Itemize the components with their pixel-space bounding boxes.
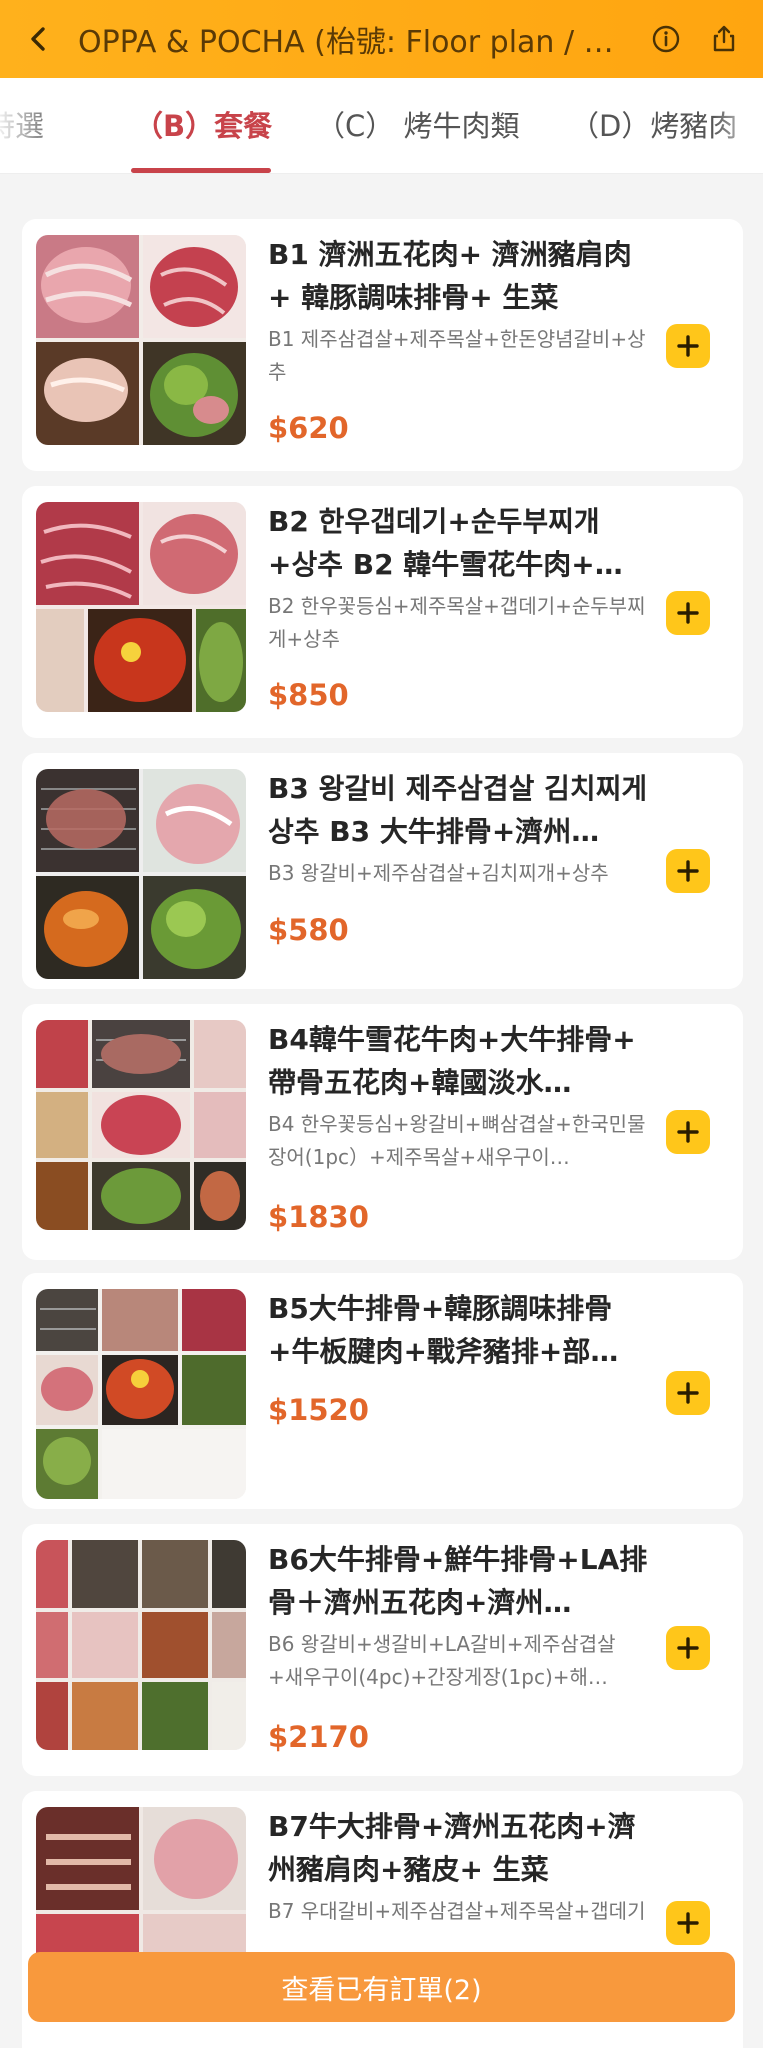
item-description: B2 한우꽃등심+제주목살+갭데기+순두부찌게+상추 [268,594,646,651]
menu-item-card[interactable]: B4韓牛雪花牛肉+大牛排骨+ 帶骨五花肉+韓國淡水… B4 한우꽃등심+왕갈비+… [22,1004,743,1260]
item-price: $2170 [268,1720,369,1754]
tabs-fade-left [0,78,60,173]
plus-icon [677,602,699,624]
active-tab-indicator [131,168,271,173]
back-button[interactable] [0,0,78,78]
menu-item-card[interactable]: B5大牛排骨+韓豚調味排骨+牛板腱肉+戰斧豬排+部… $1520 [22,1273,743,1509]
item-description: B4 한우꽃등심+왕갈비+뼈삼겹살+한국민물장어(1pc）+제주목살+새우구이… [268,1112,646,1169]
menu-item-card[interactable]: B6大牛排骨+鮮牛排骨+LA排骨＋濟州五花肉+濟州… B6 왕갈비+생갈비+LA… [22,1524,743,1776]
menu-item-card[interactable]: B3 왕갈비 제주삼겹살 김치찌게 상추 B3 大牛排骨+濟州… B3 왕갈비+… [22,753,743,989]
menu-item-card[interactable]: B1 濟洲五花肉+ 濟洲豬肩肉+ 韓豚調味排骨+ 生菜 B1 제주삼겹살+제주목… [22,219,743,471]
item-description: B1 제주삼겹살+제주목살+한돈양념갈비+상추 [268,327,646,384]
item-photo [36,1020,246,1230]
add-item-button[interactable] [666,1110,710,1154]
item-title: B3 왕갈비 제주삼겹살 김치찌게 상추 B3 大牛排骨+濟州… [268,772,648,848]
share-icon [713,25,735,52]
info-button[interactable] [637,0,695,78]
item-title: B4韓牛雪花牛肉+大牛排骨+ 帶骨五花肉+韓國淡水… [268,1023,636,1099]
info-icon [652,25,680,53]
top-bar: OPPA & POCHA (枱號: Floor plan / … [0,0,763,78]
add-item-button[interactable] [666,591,710,635]
plus-icon [677,860,699,882]
item-description: B3 왕갈비+제주삼겹살+김치찌개+상추 [268,861,609,885]
item-photo [36,769,246,979]
menu-item-card[interactable]: B2 한우갭데기+순두부찌개+상추 B2 韓牛雪花牛肉+濟州… B2 한우꽃등심… [22,486,743,738]
plus-icon [677,1382,699,1404]
item-photo [36,502,246,712]
chevron-left-icon [31,27,45,51]
category-tabs: 特選 （B）套餐 （C） 烤牛肉類 （D）烤豬肉 [0,78,763,174]
tabs-fade-right [713,78,763,173]
item-title: B6大牛排骨+鮮牛排骨+LA排骨＋濟州五花肉+濟州… [268,1543,648,1619]
add-item-button[interactable] [666,1901,710,1945]
add-item-button[interactable] [666,324,710,368]
tab-grilled-beef[interactable]: （C） 烤牛肉類 [316,78,519,173]
item-title: B1 濟洲五花肉+ 濟洲豬肩肉+ 韓豚調味排骨+ 生菜 [268,238,632,314]
item-price: $1830 [268,1200,369,1234]
add-item-button[interactable] [666,1371,710,1415]
plus-icon [677,1121,699,1143]
plus-icon [677,1912,699,1934]
item-title: B7牛大排骨+濟州五花肉+濟州豬肩肉+豬皮+ 生菜 [268,1810,636,1886]
plus-icon [677,1637,699,1659]
item-price: $850 [268,678,349,712]
item-photo [36,1540,246,1750]
item-photo [36,1289,246,1499]
item-price: $580 [268,913,349,947]
page-title: OPPA & POCHA (枱號: Floor plan / … [78,25,614,60]
item-description: B6 왕갈비+생갈비+LA갈비+제주삼겹살+새우구이(4pc)+간장게장(1pc… [268,1632,616,1689]
tab-set-menu[interactable]: （B）套餐 [134,78,272,173]
item-price: $1520 [268,1393,369,1427]
plus-icon [677,335,699,357]
item-title: B2 한우갭데기+순두부찌개+상추 B2 韓牛雪花牛肉+濟州… [268,505,623,581]
share-button[interactable] [695,0,753,78]
add-item-button[interactable] [666,849,710,893]
item-price: $620 [268,411,349,445]
view-orders-button[interactable]: 查看已有訂單(2) [28,1952,735,2022]
view-orders-label: 查看已有訂單(2) [281,1974,482,2006]
item-photo [36,235,246,445]
item-title: B5大牛排骨+韓豚調味排骨+牛板腱肉+戰斧豬排+部… [268,1292,619,1368]
item-description: B7 우대갈비+제주삼겹살+제주목살+갭데기 [268,1899,646,1923]
add-item-button[interactable] [666,1626,710,1670]
